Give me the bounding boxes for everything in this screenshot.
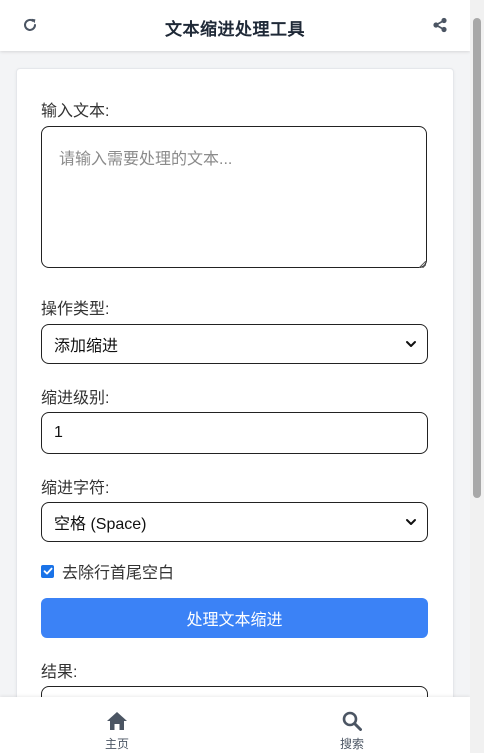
trim-whitespace-label: 去除行首尾空白 [62,565,175,582]
nav-item-home[interactable]: 主页 [77,711,157,752]
checkmark-icon [43,567,52,575]
tool-form-card: 输入文本: 操作类型: 添加缩进 缩进级别: 1 缩进字符: 空格 (Space… [16,68,454,753]
app-window: 文本缩进处理工具 输入文本: 操作类型: 添加缩进 缩进级别: [0,0,484,753]
nav-label-home: 主页 [104,737,129,751]
top-app-bar: 文本缩进处理工具 [0,0,470,51]
indent-char-label: 缩进字符: [41,480,110,497]
result-label: 结果: [41,664,78,681]
share-icon [433,17,447,33]
input-text-area[interactable] [41,126,427,268]
scrollbar-thumb[interactable] [473,18,481,498]
chevron-down-icon [406,519,416,525]
process-indent-button[interactable]: 处理文本缩进 [41,598,428,638]
bottom-navigation: 主页 搜索 [0,697,470,753]
indent-level-value: 1 [54,424,63,441]
nav-label-search: 搜索 [339,737,364,751]
indent-char-select[interactable]: 空格 (Space) [41,502,428,542]
input-text-label: 输入文本: [41,103,110,120]
share-button[interactable] [428,13,452,37]
operation-type-value: 添加缩进 [54,338,119,355]
indent-level-input[interactable]: 1 [41,412,428,454]
nav-item-search[interactable]: 搜索 [312,711,392,752]
home-icon [107,712,127,730]
page-title: 文本缩进处理工具 [165,20,305,39]
trim-whitespace-option[interactable]: 去除行首尾空白 [41,561,175,582]
search-icon [342,711,362,731]
indent-char-value: 空格 (Space) [54,516,147,533]
chevron-down-icon [406,341,416,347]
operation-type-select[interactable]: 添加缩进 [41,324,428,364]
trim-whitespace-checkbox[interactable] [41,564,54,578]
indent-level-label: 缩进级别: [41,390,110,407]
operation-type-label: 操作类型: [41,301,110,318]
